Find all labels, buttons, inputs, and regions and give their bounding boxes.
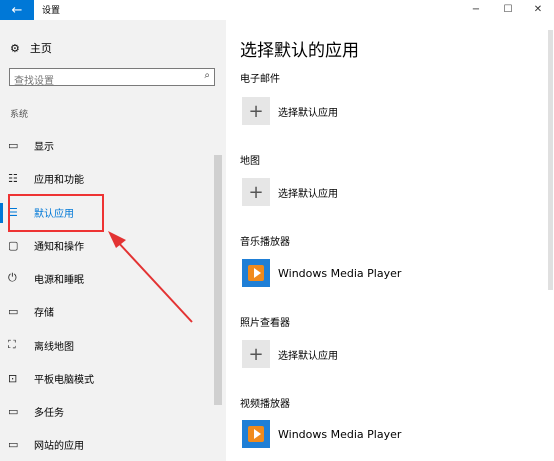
- website-icon: ▭: [8, 437, 19, 451]
- photo-app-picker[interactable]: + 选择默认应用: [242, 340, 338, 368]
- nav-item-apps-for-websites[interactable]: ▭ 网站的应用: [0, 432, 212, 456]
- app-list-icon: ☷: [8, 171, 18, 185]
- windows-media-player-icon: [242, 259, 270, 287]
- nav-item-label: 显示: [34, 141, 54, 153]
- nav-item-apps-features[interactable]: ☷ 应用和功能: [0, 166, 212, 190]
- plus-icon: +: [242, 340, 270, 368]
- search-input[interactable]: [10, 73, 194, 90]
- back-arrow-icon: ←: [11, 2, 23, 18]
- nav-item-storage[interactable]: ▭ 存储: [0, 299, 212, 323]
- category-music-player: 音乐播放器: [240, 237, 290, 248]
- maps-app-picker[interactable]: + 选择默认应用: [242, 178, 338, 206]
- nav-item-label: 存储: [34, 307, 54, 319]
- nav-item-display[interactable]: ▭ 显示: [0, 133, 212, 157]
- title-bar: ← 设置 − ☐ ✕: [0, 0, 554, 20]
- nav-scrollbar[interactable]: [214, 155, 222, 405]
- plus-icon: +: [242, 178, 270, 206]
- nav-item-label: 离线地图: [34, 341, 74, 353]
- close-button[interactable]: ✕: [528, 2, 548, 18]
- back-button[interactable]: ←: [0, 0, 34, 20]
- power-icon: ⏻: [8, 271, 17, 284]
- category-maps: 地图: [240, 156, 260, 167]
- storage-icon: ▭: [8, 304, 19, 318]
- plus-icon: +: [242, 97, 270, 125]
- app-name: Windows Media Player: [278, 266, 402, 280]
- nav-item-label: 通知和操作: [34, 241, 84, 253]
- section-label: 系统: [10, 110, 29, 120]
- nav-item-offline-maps[interactable]: ⛶ 离线地图: [0, 333, 212, 357]
- home-link[interactable]: ⚙ 主页: [10, 40, 52, 56]
- page-title: 选择默认的应用: [240, 41, 359, 61]
- email-app-picker[interactable]: + 选择默认应用: [242, 97, 338, 125]
- nav-item-power-sleep[interactable]: ⏻ 电源和睡眠: [0, 266, 212, 290]
- maximize-button[interactable]: ☐: [498, 2, 518, 18]
- content-scrollbar[interactable]: [548, 30, 553, 290]
- navigation-pane: ⚙ 主页 ⌕ 系统 ▭ 显示 ☷ 应用和功能 ☰ 默认应用 ▢ 通知和操作 ⏻ …: [0, 20, 226, 461]
- search-box: ⌕: [9, 68, 215, 90]
- map-icon: ⛶: [8, 338, 16, 351]
- multitask-icon: ▭: [8, 404, 19, 418]
- app-name: 选择默认应用: [278, 350, 338, 362]
- video-app-picker[interactable]: Windows Media Player: [242, 420, 401, 448]
- gear-icon: ⚙: [10, 41, 20, 55]
- app-name: Windows Media Player: [278, 427, 402, 441]
- category-photo-viewer: 照片查看器: [240, 318, 290, 329]
- notification-icon: ▢: [8, 238, 19, 252]
- app-name: 选择默认应用: [278, 107, 338, 119]
- monitor-icon: ▭: [8, 138, 19, 152]
- nav-item-label: 平板电脑模式: [34, 374, 94, 386]
- minimize-button[interactable]: −: [466, 2, 486, 18]
- highlight-box: [8, 194, 104, 232]
- nav-item-label: 应用和功能: [34, 174, 84, 186]
- minimize-icon: −: [471, 4, 481, 15]
- nav-item-tablet-mode[interactable]: ⊡ 平板电脑模式: [0, 366, 212, 390]
- tablet-icon: ⊡: [8, 371, 18, 385]
- nav-item-multitasking[interactable]: ▭ 多任务: [0, 399, 212, 423]
- category-video-player: 视频播放器: [240, 399, 290, 410]
- selection-indicator: [0, 203, 3, 223]
- category-email: 电子邮件: [240, 74, 280, 85]
- app-name: 选择默认应用: [278, 188, 338, 200]
- nav-item-label: 多任务: [34, 407, 64, 419]
- windows-media-player-icon: [242, 420, 270, 448]
- close-icon: ✕: [533, 4, 543, 15]
- window-title: 设置: [42, 6, 61, 16]
- nav-item-label: 网站的应用: [34, 440, 84, 452]
- maximize-icon: ☐: [503, 4, 513, 15]
- content-pane: 选择默认的应用 电子邮件 + 选择默认应用 地图 + 选择默认应用 音乐播放器 …: [226, 20, 554, 461]
- nav-item-label: 电源和睡眠: [34, 274, 84, 286]
- home-label: 主页: [29, 42, 52, 55]
- nav-item-notifications[interactable]: ▢ 通知和操作: [0, 233, 212, 257]
- search-icon[interactable]: ⌕: [204, 70, 210, 81]
- music-app-picker[interactable]: Windows Media Player: [242, 259, 401, 287]
